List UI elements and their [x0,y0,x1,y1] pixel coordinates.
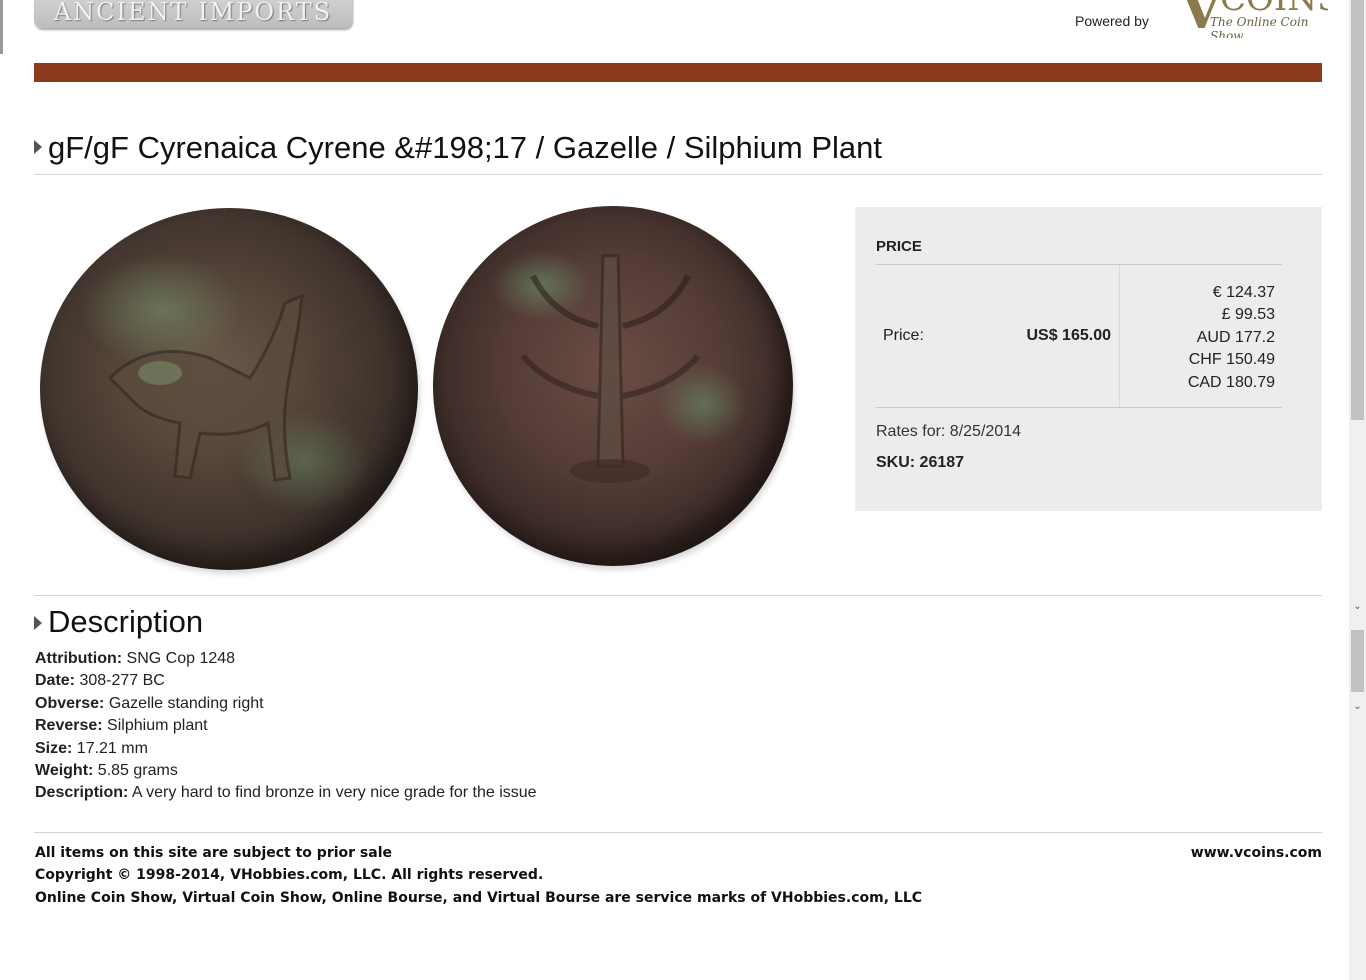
footer-line-sale-notice: All items on this site are subject to pr… [35,845,392,861]
price-table: Price: US$ 165.00 € 124.37 £ 99.53 AUD 1… [876,264,1282,408]
vcoins-tagline: The Online Coin Show [1210,15,1309,38]
description-key: Reverse: [35,717,103,735]
description-value: Silphium plant [102,717,208,735]
vcoins-logo[interactable]: V COINS The Online Coin Show [1178,0,1328,38]
scroll-up-arrow-icon[interactable]: ⌄ [1351,600,1364,613]
price-usd: US$ 165.00 [1026,327,1111,344]
scroll-down-arrow-icon[interactable]: ⌄ [1351,700,1364,713]
vertical-scrollbar[interactable]: ⌄ ⌄ [1349,0,1366,980]
description-item: Description: A very hard to find bronze … [35,782,537,804]
price-panel: PRICE Price: US$ 165.00 € 124.37 £ 99.53… [855,207,1322,511]
title-row: gF/gF Cyrenaica Cyrene &#198;17 / Gazell… [34,128,1322,175]
silphium-relief [520,254,701,483]
description-key: Weight: [35,761,94,779]
rate-eur: € 124.37 [1212,284,1275,301]
price-label: Price: [883,327,924,344]
description-key: Description: [35,784,129,802]
coin-obverse-image[interactable] [40,208,418,570]
description-item: Reverse: Silphium plant [35,715,537,737]
rate-chf: CHF 150.49 [1188,351,1275,369]
description-arrow-icon [34,616,42,630]
powered-by-label: Powered by [1075,13,1149,29]
scrollbar-track-segment[interactable] [1351,0,1364,420]
page-title: gF/gF Cyrenaica Cyrene &#198;17 / Gazell… [48,130,882,165]
description-key: Obverse: [35,694,105,712]
description-value: Gazelle standing right [104,694,264,712]
rate-gbp: £ 99.53 [1221,306,1275,324]
sku: SKU: 26187 [876,454,965,471]
vcoins-logo-text: COINS [1220,0,1328,16]
description-item: Obverse: Gazelle standing right [35,693,537,715]
description-key: Date: [35,672,76,690]
rate-cad: CAD 180.79 [1187,373,1275,391]
window-edge [0,0,3,54]
description-key: Size: [35,739,73,757]
description-item: Date: 308-277 BC [35,670,537,692]
description-heading: Description [48,604,204,639]
scrollbar-thumb[interactable] [1351,630,1364,692]
description-item: Size: 17.21 mm [35,738,537,760]
footer-divider [34,832,1322,833]
gazelle-relief [107,293,304,482]
description-value: 5.85 grams [93,761,178,779]
header-bar [34,63,1322,82]
description-list: Attribution: SNG Cop 1248 Date: 308-277 … [35,648,537,805]
price-heading: PRICE [876,238,922,255]
rates-date: Rates for: 8/25/2014 [876,423,1021,440]
description-item: Attribution: SNG Cop 1248 [35,648,537,670]
rate-aud: AUD 177.2 [1196,328,1275,346]
description-item: Weight: 5.85 grams [35,760,537,782]
coin-reverse-image[interactable] [433,206,793,566]
footer: All items on this site are subject to pr… [35,842,922,909]
description-value: 17.21 mm [72,739,148,757]
title-arrow-icon [34,140,42,154]
description-value: A very hard to find bronze in very nice … [128,784,537,802]
currency-rates: € 124.37 £ 99.53 AUD 177.2 CHF 150.49 CA… [1188,282,1275,394]
description-key: Attribution: [35,650,123,667]
footer-line-service-marks: Online Coin Show, Virtual Coin Show, Onl… [35,889,923,906]
ancient-imports-logo[interactable]: ANCIENT IMPORTS [34,0,352,28]
description-value: SNG Cop 1248 [122,650,236,667]
logo-text: ANCIENT IMPORTS [53,0,333,26]
footer-line-copyright: Copyright © 1998-2014, VHobbies.com, LLC… [35,867,544,884]
description-value: 308-277 BC [75,672,165,690]
description-divider [34,595,1322,596]
price-column-divider [1119,265,1120,407]
footer-site-link[interactable]: www.vcoins.com [1191,842,1322,864]
